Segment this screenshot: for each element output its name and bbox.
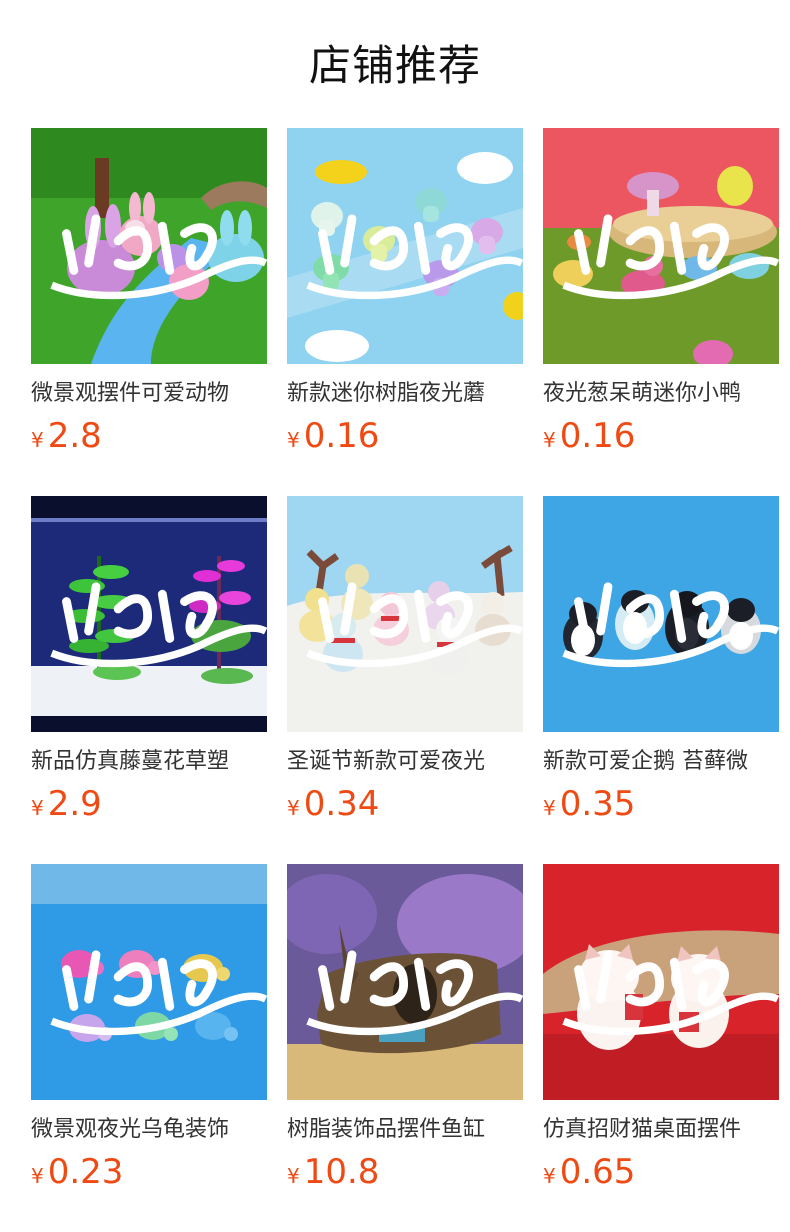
product-image[interactable] <box>31 128 267 364</box>
product-card[interactable]: 夜光葱呆萌迷你小鸭 ¥0.16 <box>543 128 779 496</box>
price-value: 0.16 <box>559 416 636 456</box>
product-image[interactable] <box>287 496 523 732</box>
price-value: 2.8 <box>47 416 102 456</box>
product-card[interactable]: 新款可爱企鹅 苔藓微 ¥0.35 <box>543 496 779 864</box>
product-price: ¥2.9 <box>31 782 267 826</box>
shop-logo-icon <box>306 950 523 1036</box>
product-card[interactable]: 新品仿真藤蔓花草塑 ¥2.9 <box>31 496 267 864</box>
product-card[interactable]: 微景观摆件可爱动物 ¥2.8 <box>31 128 267 496</box>
currency-symbol: ¥ <box>543 1164 556 1188</box>
product-name[interactable]: 新款迷你树脂夜光蘑 <box>287 378 523 410</box>
price-value: 0.23 <box>47 1152 124 1192</box>
product-name[interactable]: 仿真招财猫桌面摆件 <box>543 1114 779 1146</box>
shop-logo-icon <box>50 950 267 1036</box>
shop-logo-icon <box>50 214 267 300</box>
currency-symbol: ¥ <box>543 428 556 452</box>
product-price: ¥0.16 <box>543 414 779 458</box>
price-value: 0.34 <box>303 784 380 824</box>
price-value: 0.16 <box>303 416 380 456</box>
currency-symbol: ¥ <box>287 428 300 452</box>
product-name[interactable]: 夜光葱呆萌迷你小鸭 <box>543 378 779 410</box>
product-price: ¥0.35 <box>543 782 779 826</box>
product-grid: 微景观摆件可爱动物 ¥2.8 新款迷你树脂夜光蘑 ¥ 0.16 夜光葱呆萌迷你小… <box>31 128 779 1232</box>
product-price: ¥0.65 <box>543 1150 779 1194</box>
product-image[interactable] <box>543 128 779 364</box>
currency-symbol: ¥ <box>287 796 300 820</box>
product-price: ¥0.16 <box>287 414 523 458</box>
product-name[interactable]: 树脂装饰品摆件鱼缸 <box>287 1114 523 1146</box>
product-image[interactable] <box>287 128 523 364</box>
product-name[interactable]: 微景观夜光乌龟装饰 <box>31 1114 267 1146</box>
product-card[interactable]: 圣诞节新款可爱夜光 ¥0.34 <box>287 496 523 864</box>
shop-logo-icon <box>562 950 779 1036</box>
product-card[interactable]: 微景观夜光乌龟装饰 ¥0.23 <box>31 864 267 1232</box>
product-price: ¥2.8 <box>31 414 267 458</box>
shop-logo-icon <box>306 582 523 668</box>
page-title: 店铺推荐 <box>308 41 481 90</box>
product-name[interactable]: 新品仿真藤蔓花草塑 <box>31 746 267 778</box>
product-card[interactable]: 树脂装饰品摆件鱼缸 ¥10.8 <box>287 864 523 1232</box>
product-name[interactable]: 圣诞节新款可爱夜光 <box>287 746 523 778</box>
product-price: ¥10.8 <box>287 1150 523 1194</box>
shop-logo-icon <box>562 582 779 668</box>
currency-symbol: ¥ <box>31 428 44 452</box>
product-image[interactable] <box>31 496 267 732</box>
product-image[interactable] <box>543 864 779 1100</box>
product-image[interactable] <box>31 864 267 1100</box>
product-card[interactable]: 新款迷你树脂夜光蘑 ¥0.16 <box>287 128 523 496</box>
product-image[interactable] <box>287 864 523 1100</box>
currency-symbol: ¥ <box>543 796 556 820</box>
shop-logo-icon <box>50 582 267 668</box>
product-card[interactable]: 仿真招财猫桌面摆件 ¥0.65 <box>543 864 779 1232</box>
product-price: ¥0.23 <box>31 1150 267 1194</box>
product-name[interactable]: 新款可爱企鹅 苔藓微 <box>543 746 779 778</box>
currency-symbol: ¥ <box>287 1164 300 1188</box>
currency-symbol: ¥ <box>31 1164 44 1188</box>
price-value: 10.8 <box>303 1152 380 1192</box>
price-value: 0.35 <box>559 784 636 824</box>
product-price: ¥0.34 <box>287 782 523 826</box>
shop-logo-icon <box>306 214 523 300</box>
product-name[interactable]: 微景观摆件可爱动物 <box>31 378 267 410</box>
product-image[interactable] <box>543 496 779 732</box>
price-value: 0.65 <box>559 1152 636 1192</box>
shop-logo-icon <box>562 214 779 300</box>
currency-symbol: ¥ <box>31 796 44 820</box>
price-value: 2.9 <box>47 784 102 824</box>
